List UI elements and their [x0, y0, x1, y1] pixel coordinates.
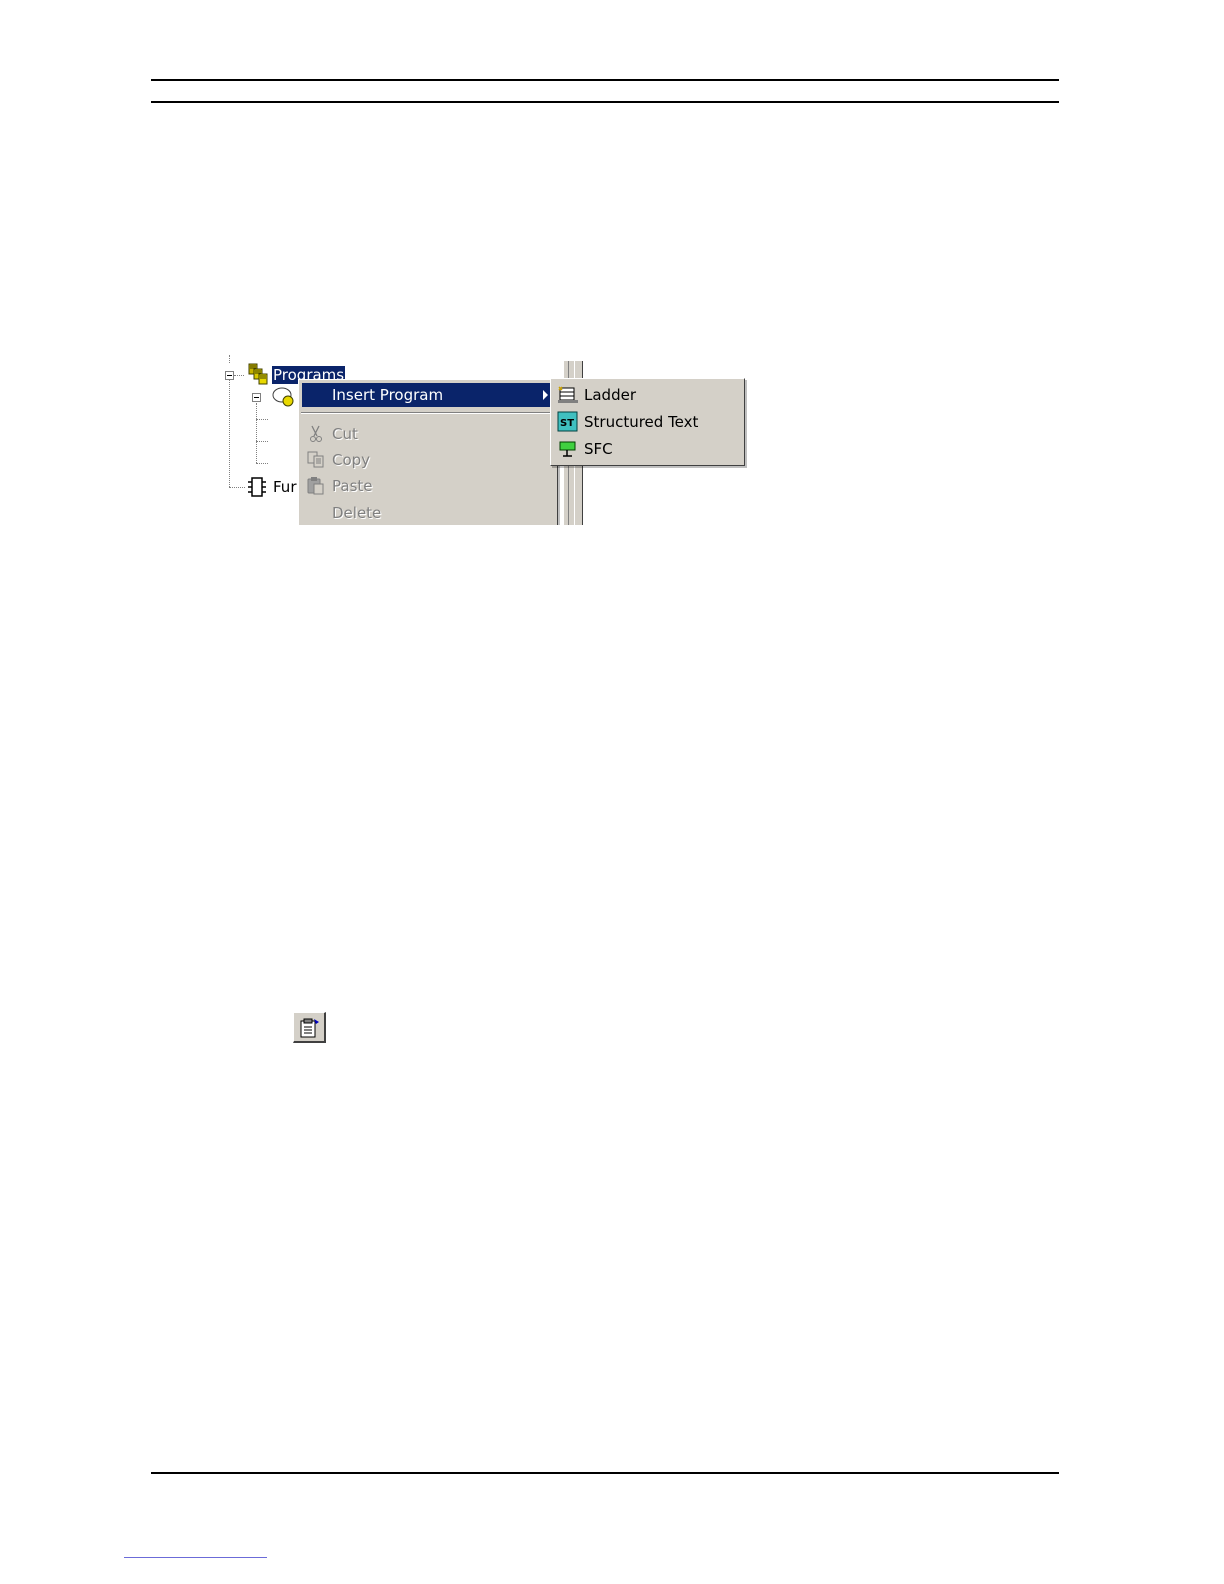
project-tree-screenshot: Programs Fur Insert Program Cut Copy Pas…: [205, 355, 765, 525]
tree-connector: [256, 441, 268, 442]
tree-node-functions[interactable]: Fur: [273, 478, 296, 496]
tree-connector: [229, 355, 230, 363]
scissors-icon: [305, 424, 327, 444]
context-menu: Insert Program Cut Copy Paste Delete: [298, 379, 558, 525]
menu-item-insert-program[interactable]: Insert Program: [302, 383, 554, 407]
submenu-item-structured-text[interactable]: ST Structured Text: [554, 410, 741, 434]
header-rule-top: [151, 79, 1059, 81]
submenu-item-ladder[interactable]: Ladder: [554, 383, 741, 407]
collapse-toggle[interactable]: [252, 393, 261, 402]
tree-connector: [256, 463, 268, 464]
svg-text:ST: ST: [560, 418, 574, 429]
sfc-icon: [557, 439, 579, 459]
footnote-rule: [124, 1557, 267, 1558]
header-rule-bottom: [151, 101, 1059, 103]
paste-icon: [305, 476, 327, 496]
properties-toolbar-button[interactable]: [293, 1012, 326, 1043]
menu-item-copy[interactable]: Copy: [302, 448, 554, 472]
program-folder-icon: [271, 386, 295, 412]
menu-item-cut[interactable]: Cut: [302, 422, 554, 446]
tree-connector: [229, 487, 245, 488]
tree-connector: [229, 379, 230, 487]
programs-icon: [245, 362, 269, 390]
menu-item-delete[interactable]: Delete: [302, 501, 554, 525]
submenu-arrow-icon: [543, 390, 548, 400]
copy-icon: [305, 450, 327, 470]
menu-separator: [301, 412, 555, 414]
tree-connector: [256, 419, 268, 420]
insert-program-submenu: Ladder ST Structured Text SFC: [550, 378, 745, 466]
collapse-toggle[interactable]: [225, 371, 234, 380]
tree-connector: [234, 375, 244, 376]
structured-text-icon: ST: [557, 411, 579, 432]
submenu-item-sfc[interactable]: SFC: [554, 437, 741, 461]
menu-item-paste[interactable]: Paste: [302, 474, 554, 498]
footer-rule: [151, 1472, 1059, 1474]
properties-icon: [299, 1017, 321, 1043]
ladder-icon: [557, 385, 579, 405]
function-block-icon: [247, 476, 267, 502]
tree-connector: [256, 403, 257, 463]
